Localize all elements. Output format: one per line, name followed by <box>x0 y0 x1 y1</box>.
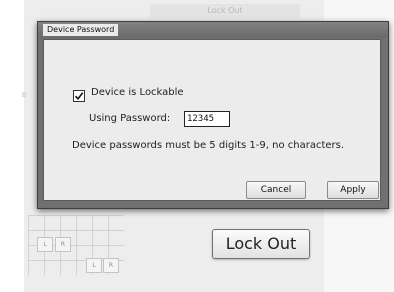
apply-button[interactable]: Apply <box>327 181 379 199</box>
device-password-dialog: Device Password Device is Lockable Using… <box>37 21 389 209</box>
background-header-text: Lock Out <box>150 4 300 18</box>
grid-cell-left[interactable]: L <box>37 237 53 252</box>
checkmark-icon <box>74 92 84 101</box>
grid-cell-right[interactable]: R <box>103 258 119 273</box>
background-left-letter: B <box>22 92 27 99</box>
lockable-checkbox-label: Device is Lockable <box>91 87 184 98</box>
grid-cell-right[interactable]: R <box>55 237 71 252</box>
dialog-title: Device Password <box>43 24 119 36</box>
password-input[interactable]: 12345 <box>184 111 230 127</box>
password-label: Using Password: <box>89 113 171 124</box>
dialog-titlebar[interactable]: Device Password <box>38 22 388 38</box>
password-hint-text: Device passwords must be 5 digits 1-9, n… <box>72 140 345 151</box>
grid-cell-left[interactable]: L <box>86 258 102 273</box>
cancel-button[interactable]: Cancel <box>246 181 306 199</box>
lockable-checkbox[interactable] <box>73 90 85 102</box>
lock-out-button[interactable]: Lock Out <box>212 229 310 259</box>
dialog-body: Device is Lockable Using Password: 12345… <box>43 39 381 201</box>
